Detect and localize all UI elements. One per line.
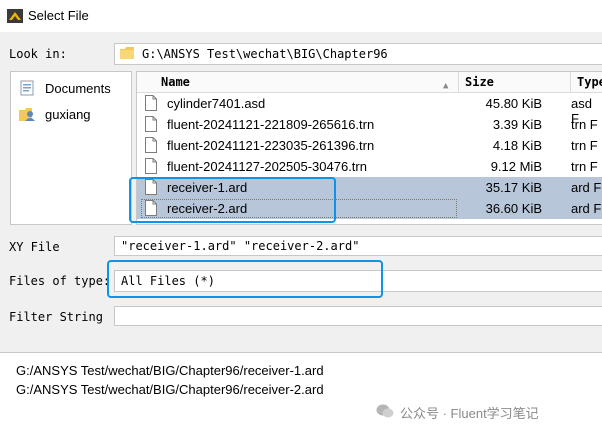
file-size: 4.18 KiB (492, 138, 542, 153)
highlight-box-selected-files (129, 177, 336, 223)
file-row[interactable]: cylinder7401.asd 45.80 KiB asd F (137, 93, 602, 126)
xy-file-label: XY File (9, 240, 60, 254)
file-type: ard F (571, 180, 602, 195)
file-row[interactable]: fluent-20241121-221809-265616.trn 3.39 Ki… (137, 114, 602, 135)
file-icon (145, 158, 157, 174)
folder-icon (120, 47, 134, 59)
file-name: cylinder7401.asd (167, 96, 266, 111)
file-icon (145, 137, 157, 153)
file-name: fluent-20241127-202505-30476.trn (167, 159, 367, 174)
column-header-size[interactable]: Size (459, 72, 571, 92)
look-in-label: Look in: (9, 47, 67, 61)
filter-string-label: Filter String (9, 310, 103, 324)
file-size: 3.39 KiB (492, 117, 542, 132)
file-type: ard F (571, 201, 602, 216)
file-icon (145, 95, 157, 111)
window-title: Select File (28, 8, 89, 23)
file-size: 45.80 KiB (485, 96, 542, 111)
file-type: trn F (571, 159, 598, 174)
user-folder-icon (19, 108, 35, 121)
column-header-name[interactable]: Name ▲ (137, 72, 459, 92)
app-icon (7, 9, 23, 23)
file-icon (145, 116, 157, 132)
file-name: fluent-20241121-221809-265616.trn (167, 117, 375, 132)
documents-folder-icon (20, 80, 34, 96)
look-in-path: G:\ANSYS Test\wechat\BIG\Chapter96 (142, 47, 388, 61)
title-bar: Select File (0, 0, 602, 32)
files-of-type-label: Files of type: (9, 274, 111, 288)
file-type: trn F (571, 117, 598, 132)
sidebar-item-label: guxiang (45, 107, 91, 122)
file-row[interactable]: fluent-20241121-223035-261396.trn 4.18 Ki… (137, 135, 602, 156)
file-type: trn F (571, 138, 598, 153)
file-name: fluent-20241121-223035-261396.trn (167, 138, 375, 153)
sidebar-item-guxiang[interactable]: guxiang (19, 104, 129, 126)
sidebar-item-label: Documents (45, 81, 111, 96)
places-sidebar: Documents guxiang (10, 71, 132, 225)
filter-string-input[interactable] (114, 306, 602, 326)
selected-file-path: G:/ANSYS Test/wechat/BIG/Chapter96/recei… (16, 363, 324, 378)
file-size: 9.12 MiB (490, 159, 542, 174)
column-header-type[interactable]: Type (571, 72, 602, 92)
selected-file-path: G:/ANSYS Test/wechat/BIG/Chapter96/recei… (16, 382, 324, 397)
selected-files-list[interactable]: G:/ANSYS Test/wechat/BIG/Chapter96/recei… (0, 352, 602, 436)
sidebar-item-documents[interactable]: Documents (19, 78, 129, 100)
look-in-combo[interactable]: G:\ANSYS Test\wechat\BIG\Chapter96 (114, 43, 602, 65)
wechat-icon (376, 404, 394, 418)
xy-file-input[interactable]: "receiver-1.ard" "receiver-2.ard" (114, 236, 602, 256)
file-list-header: Name ▲ Size Type (137, 72, 602, 93)
file-size: 36.60 KiB (485, 201, 542, 216)
file-row[interactable]: fluent-20241127-202505-30476.trn 9.12 MiB… (137, 156, 602, 177)
file-size: 35.17 KiB (485, 180, 542, 195)
highlight-box-files-of-type (107, 260, 383, 298)
